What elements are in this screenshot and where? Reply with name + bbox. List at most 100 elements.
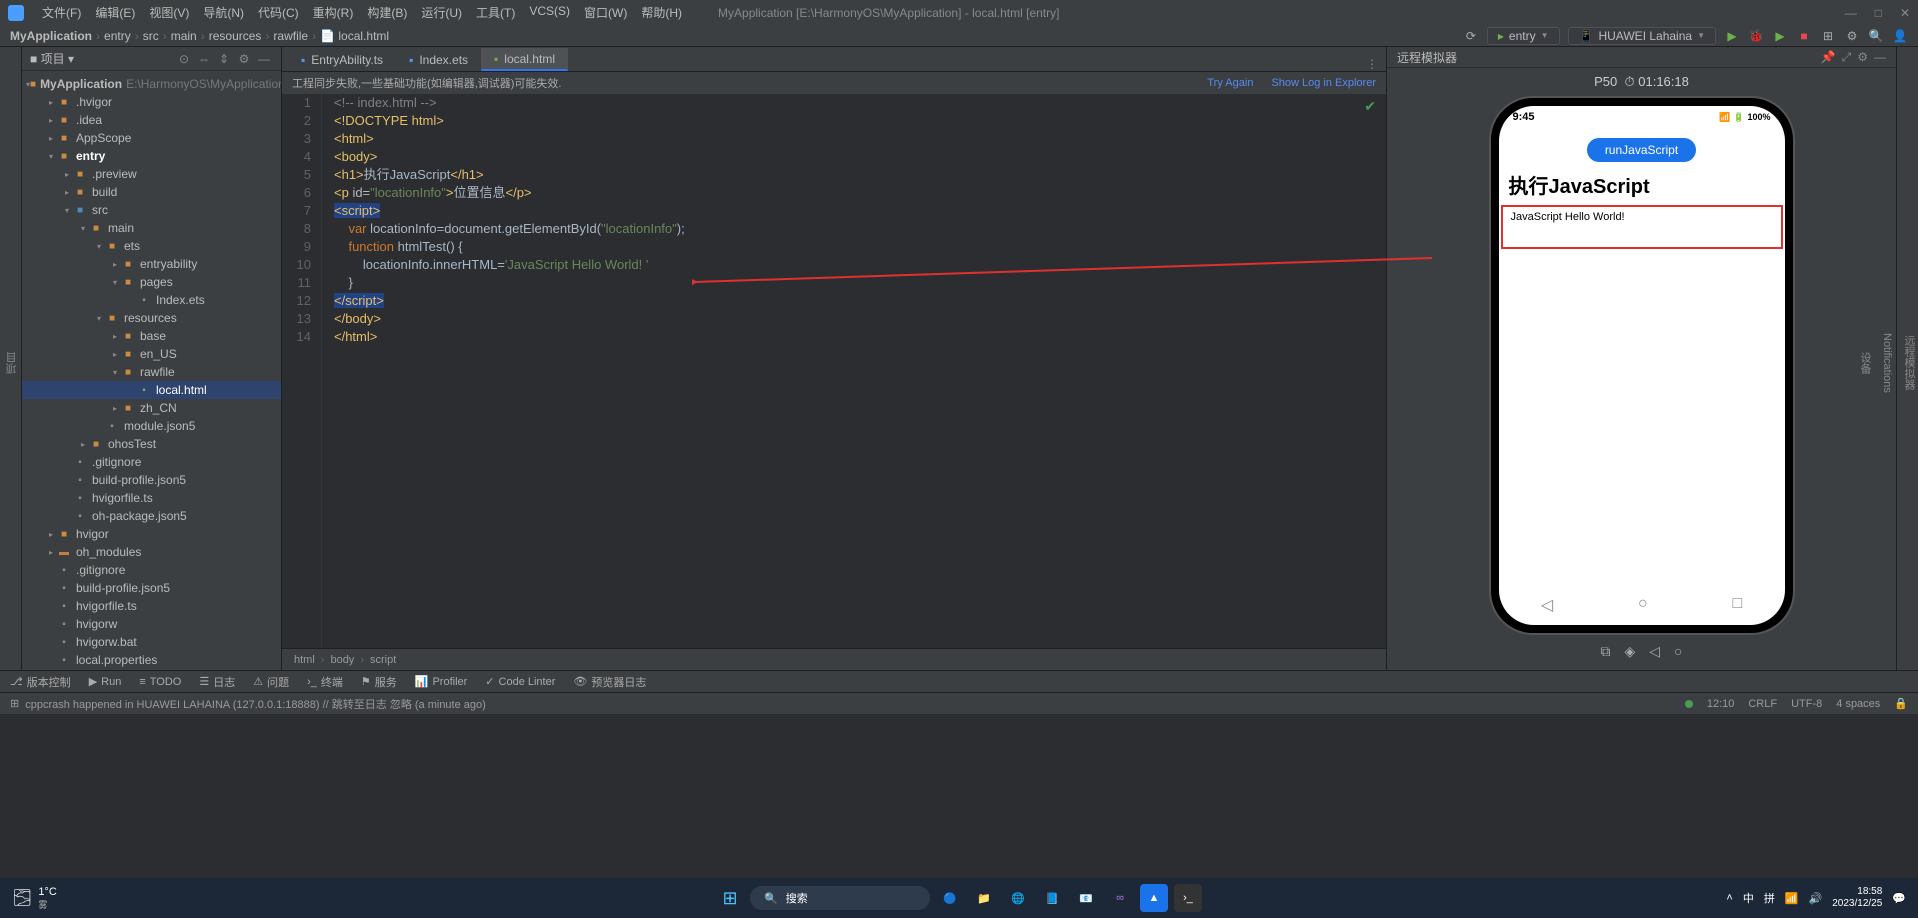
taskbar-search[interactable]: 🔍 搜索 xyxy=(750,886,930,910)
taskbar-app-3[interactable]: 📘 xyxy=(1038,884,1066,912)
tray-volume-icon[interactable]: 🔊 xyxy=(1809,892,1823,905)
taskbar-deveco[interactable]: ▲ xyxy=(1140,884,1168,912)
phone-home-icon[interactable]: ○ xyxy=(1638,595,1648,615)
expand-icon[interactable]: ⇔ xyxy=(195,50,213,68)
tree-item[interactable]: ▪build-profile.json5 xyxy=(22,579,281,597)
device-selector[interactable]: 📱HUAWEI Lahaina▼ xyxy=(1568,27,1716,45)
project-tree[interactable]: ▾■MyApplication E:\HarmonyOS\MyApplicati… xyxy=(22,71,281,670)
taskbar-vs[interactable]: ∞ xyxy=(1106,884,1134,912)
bottom-tool[interactable]: ▶Run xyxy=(89,675,122,688)
tree-item[interactable]: ▾■ets xyxy=(22,237,281,255)
tree-item[interactable]: ▸■zh_CN xyxy=(22,399,281,417)
settings-icon[interactable]: ⚙ xyxy=(1857,50,1868,64)
breadcrumb-item[interactable]: resources xyxy=(209,29,262,43)
profile-icon[interactable]: ⊞ xyxy=(1820,28,1836,44)
taskbar-edge[interactable]: 🌐 xyxy=(1004,884,1032,912)
tree-item[interactable]: ▾■main xyxy=(22,219,281,237)
line-ending[interactable]: CRLF xyxy=(1748,698,1777,710)
try-again-link[interactable]: Try Again xyxy=(1207,77,1253,89)
hide-icon[interactable]: — xyxy=(255,50,273,68)
breadcrumb-item[interactable]: src xyxy=(143,29,159,43)
right-tab-device[interactable]: 设备 xyxy=(1856,346,1874,380)
tree-item[interactable]: ▾■src xyxy=(22,201,281,219)
start-button[interactable]: ⊞ xyxy=(716,884,744,912)
tree-item[interactable]: ▪local.html xyxy=(22,381,281,399)
menu-item[interactable]: 视图(V) xyxy=(143,2,195,23)
menu-item[interactable]: 运行(U) xyxy=(415,2,468,23)
search-icon[interactable]: 🔍 xyxy=(1868,28,1884,44)
taskbar-app-4[interactable]: 📧 xyxy=(1072,884,1100,912)
debug-icon[interactable]: 🐞 xyxy=(1748,28,1764,44)
editor-tab[interactable]: ▪Index.ets xyxy=(396,48,481,71)
tray-ime-2[interactable]: 拼 xyxy=(1764,890,1775,906)
menu-item[interactable]: 工具(T) xyxy=(470,2,521,23)
phone-screen[interactable]: 9:45 📶🔋100% runJavaScript 执行JavaScript J… xyxy=(1499,106,1785,625)
menu-item[interactable]: 代码(C) xyxy=(252,2,305,23)
tray-chevron-icon[interactable]: ˄ xyxy=(1726,892,1732,904)
menu-item[interactable]: 编辑(E) xyxy=(89,2,141,23)
tray-notification-icon[interactable]: 💬 xyxy=(1892,892,1906,905)
emu-rotate-icon[interactable]: ◈ xyxy=(1624,643,1635,660)
emu-screenshot-icon[interactable]: ⧉ xyxy=(1600,643,1610,660)
menu-item[interactable]: 窗口(W) xyxy=(578,2,633,23)
bottom-tool[interactable]: ☰日志 xyxy=(199,674,235,690)
tree-item[interactable]: ▪local.properties xyxy=(22,651,281,669)
menu-item[interactable]: 重构(R) xyxy=(307,2,360,23)
editor-tab[interactable]: ▪EntryAbility.ts xyxy=(288,48,396,71)
menu-item[interactable]: 帮助(H) xyxy=(635,2,688,23)
hide-icon[interactable]: — xyxy=(1874,50,1886,64)
bottom-tool[interactable]: ›_终端 xyxy=(307,674,343,690)
phone-back-icon[interactable]: ◁ xyxy=(1541,595,1553,615)
encoding[interactable]: UTF-8 xyxy=(1791,698,1822,710)
expand-icon[interactable]: ⤢ xyxy=(1842,50,1852,65)
sync-icon[interactable]: ⟳ xyxy=(1463,28,1479,44)
bottom-tool[interactable]: 📊Profiler xyxy=(415,675,468,688)
tree-item[interactable]: ▪oh-package.json5 xyxy=(22,507,281,525)
tree-item[interactable]: ▸■en_US xyxy=(22,345,281,363)
taskbar-terminal[interactable]: ›_ xyxy=(1174,884,1202,912)
maximize-button[interactable]: □ xyxy=(1875,6,1882,20)
tree-item[interactable]: ▸■.hvigor xyxy=(22,93,281,111)
menu-item[interactable]: 文件(F) xyxy=(36,2,87,23)
bottom-tool[interactable]: ⚑服务 xyxy=(361,674,397,690)
bottom-tool[interactable]: ✓Code Linter xyxy=(485,675,555,688)
stop-icon[interactable]: ■ xyxy=(1796,28,1812,44)
tree-item[interactable]: ▾■rawfile xyxy=(22,363,281,381)
phone-recent-icon[interactable]: □ xyxy=(1732,595,1742,615)
minimize-button[interactable]: — xyxy=(1845,6,1857,20)
tree-item[interactable]: ▪hvigorw.bat xyxy=(22,633,281,651)
tree-item[interactable]: ▪oh-package.json5 xyxy=(22,669,281,670)
tree-item[interactable]: ▸■build xyxy=(22,183,281,201)
locate-icon[interactable]: ⊙ xyxy=(175,50,193,68)
breadcrumb-item[interactable]: main xyxy=(171,29,197,43)
bottom-tool[interactable]: ≡TODO xyxy=(139,676,181,688)
more-icon[interactable]: ⚙ xyxy=(1844,28,1860,44)
avatar-icon[interactable]: 👤 xyxy=(1892,28,1908,44)
tray-ime-1[interactable]: 中 xyxy=(1743,890,1754,906)
tree-item[interactable]: ▪hvigorw xyxy=(22,615,281,633)
breadcrumb-item[interactable]: 📄 local.html xyxy=(320,29,389,43)
tree-item[interactable]: ▾■resources xyxy=(22,309,281,327)
show-log-link[interactable]: Show Log in Explorer xyxy=(1271,77,1376,89)
tree-item[interactable]: ▸■.idea xyxy=(22,111,281,129)
taskbar-app-1[interactable]: 🔵 xyxy=(936,884,964,912)
tree-item[interactable]: ▸■base xyxy=(22,327,281,345)
menu-item[interactable]: 导航(N) xyxy=(197,2,250,23)
tree-item[interactable]: ▪hvigorfile.ts xyxy=(22,597,281,615)
phone-run-button[interactable]: runJavaScript xyxy=(1587,138,1696,162)
right-tab-notifications[interactable]: Notifications xyxy=(1880,327,1894,399)
tree-item[interactable]: ▪Index.ets xyxy=(22,291,281,309)
tab-overflow[interactable]: ⋮ xyxy=(1358,57,1386,71)
coverage-icon[interactable]: ▶ xyxy=(1772,28,1788,44)
tree-root[interactable]: ▾■MyApplication E:\HarmonyOS\MyApplicati… xyxy=(22,75,281,93)
tree-item[interactable]: ▪hvigorfile.ts xyxy=(22,489,281,507)
taskbar-clock[interactable]: 18:582023/12/25 xyxy=(1832,886,1882,910)
editor-crumb-item[interactable]: html xyxy=(294,654,315,666)
tray-wifi-icon[interactable]: 📶 xyxy=(1785,892,1799,905)
breadcrumb-item[interactable]: MyApplication xyxy=(10,29,92,43)
bottom-tool[interactable]: ⎇版本控制 xyxy=(10,674,71,690)
caret-position[interactable]: 12:10 xyxy=(1707,698,1735,710)
emu-home-icon[interactable]: ○ xyxy=(1674,643,1682,660)
editor-tab[interactable]: ▪local.html xyxy=(481,48,568,71)
tree-item[interactable]: ▸■hvigor xyxy=(22,525,281,543)
